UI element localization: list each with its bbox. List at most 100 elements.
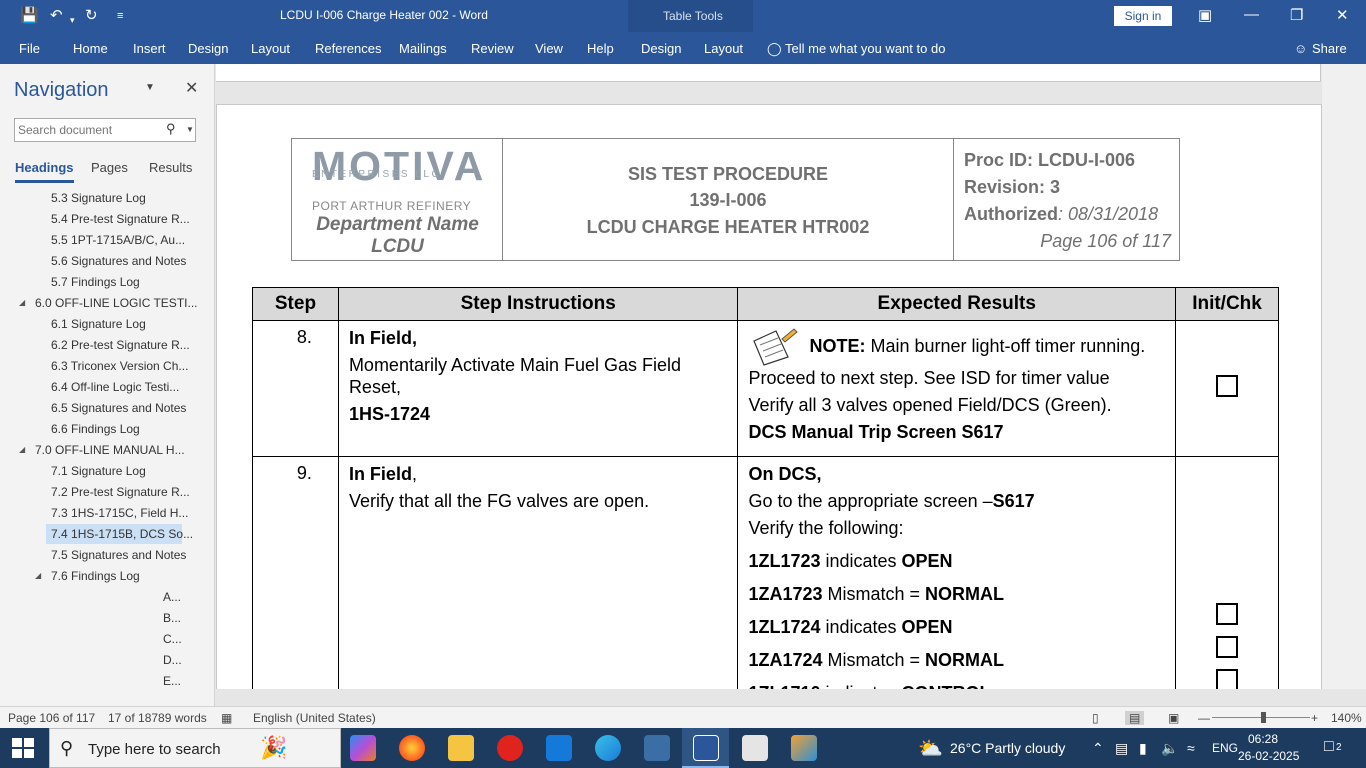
nav-heading-item[interactable]: 5.6 Signatures and Notes (51, 251, 186, 271)
search-icon[interactable]: ⚲ (166, 121, 176, 137)
undo-dropdown-icon[interactable]: ▾ (70, 10, 75, 30)
word-count[interactable]: 17 of 18789 words (108, 711, 207, 725)
app-icon[interactable] (791, 735, 817, 761)
verification-text: indicates (821, 683, 902, 689)
ribbon-display-icon[interactable]: ▣ (1198, 6, 1212, 24)
read-mode-icon[interactable]: ▯ (1092, 711, 1099, 725)
tab-mailings[interactable]: Mailings (399, 41, 447, 56)
file-explorer-icon[interactable] (448, 735, 474, 761)
step-instructions: In Field, Verify that all the FG valves … (337, 456, 739, 689)
init-checkbox[interactable] (1216, 375, 1239, 397)
nav-heading-item[interactable]: 7.1 Signature Log (51, 461, 146, 481)
search-dropdown-icon[interactable]: ▼ (186, 125, 194, 134)
photo-app-icon[interactable] (742, 735, 768, 761)
input-language[interactable]: ENG (1212, 741, 1238, 755)
word-taskbar-button[interactable] (682, 728, 729, 768)
vertical-scrollbar[interactable] (1322, 64, 1366, 689)
nav-heading-item[interactable]: 5.3 Signature Log (51, 188, 146, 208)
nav-tab-results[interactable]: Results (149, 160, 192, 175)
clock-date[interactable]: 26-02-2025 (1238, 749, 1299, 763)
close-icon[interactable]: ✕ (1336, 6, 1349, 24)
weather-text[interactable]: 26°C Partly cloudy (950, 740, 1065, 756)
save-icon[interactable]: 💾 (20, 6, 39, 26)
document-page[interactable]: MOTIVA ENTERPRISES LLC PORT ARTHUR REFIN… (216, 104, 1322, 689)
tab-file[interactable]: File (19, 41, 40, 56)
app-icon[interactable] (644, 735, 670, 761)
page-count[interactable]: Page 106 of 117 (8, 711, 95, 725)
nav-heading-item[interactable]: C... (163, 629, 182, 649)
nav-heading-item[interactable]: 6.3 Triconex Version Ch... (51, 356, 188, 376)
tab-insert[interactable]: Insert (133, 41, 166, 56)
minimize-icon[interactable]: — (1244, 6, 1259, 23)
nav-close-icon[interactable]: ✕ (185, 78, 198, 98)
nav-heading-item[interactable]: A... (163, 587, 181, 607)
zoom-out-icon[interactable]: — (1198, 711, 1210, 725)
nav-heading-item[interactable]: 7.2 Pre-test Signature R... (51, 482, 190, 502)
nav-heading-item[interactable]: 5.5 1PT-1715A/B/C, Au... (51, 230, 185, 250)
nav-tab-headings[interactable]: Headings (15, 160, 74, 183)
firefox-icon[interactable] (399, 735, 425, 761)
volume-icon[interactable]: 🔈 (1161, 740, 1178, 757)
nav-heading-item[interactable]: 7.3 1HS-1715C, Field H... (51, 503, 188, 523)
tab-help[interactable]: Help (587, 41, 614, 56)
collapse-arrow-icon[interactable]: ◢ (19, 445, 25, 454)
notification-icon[interactable]: □ (1324, 738, 1334, 756)
language[interactable]: English (United States) (253, 711, 376, 725)
nav-heading-item[interactable]: D... (163, 650, 182, 670)
collapse-arrow-icon[interactable]: ◢ (35, 571, 41, 580)
nav-heading-item[interactable]: 7.5 Signatures and Notes (51, 545, 186, 565)
share-button[interactable]: Share (1312, 41, 1347, 56)
nav-heading-item[interactable]: B... (163, 608, 181, 628)
nav-heading-item[interactable]: 6.1 Signature Log (51, 314, 146, 334)
copilot-icon[interactable] (350, 735, 376, 761)
init-checkbox[interactable] (1216, 636, 1239, 658)
undo-icon[interactable]: ↶ (50, 6, 63, 26)
tab-layout[interactable]: Layout (251, 41, 290, 56)
tab-design[interactable]: Design (188, 41, 228, 56)
nav-heading-item[interactable]: 7.6 Findings Log (51, 566, 140, 586)
nav-heading-item[interactable]: 6.4 Off-line Logic Testi... (51, 377, 179, 397)
tab-table-layout[interactable]: Layout (704, 41, 743, 56)
proofing-icon[interactable]: ▦ (221, 711, 232, 725)
network-icon[interactable]: ▤ (1115, 740, 1128, 757)
weather-icon[interactable]: ⛅ (918, 736, 943, 761)
nav-heading-item[interactable]: 6.5 Signatures and Notes (51, 398, 186, 418)
taskbar-search[interactable]: ⚲ Type here to search 🎉 (49, 728, 341, 768)
tab-home[interactable]: Home (73, 41, 108, 56)
edge-icon[interactable] (595, 735, 621, 761)
customize-toolbar-icon[interactable]: ≡ (117, 6, 123, 26)
redo-icon[interactable]: ↻ (85, 6, 98, 26)
init-checkbox[interactable] (1216, 669, 1239, 689)
nav-heading-item[interactable]: 7.4 1HS-1715B, DCS So... (46, 524, 193, 544)
opera-icon[interactable] (497, 735, 523, 761)
nav-tab-pages[interactable]: Pages (91, 160, 128, 175)
nav-heading-item[interactable]: 7.0 OFF-LINE MANUAL H... (35, 440, 185, 460)
nav-heading-item[interactable]: E... (163, 671, 181, 691)
nav-heading-item[interactable]: 6.6 Findings Log (51, 419, 140, 439)
zoom-in-icon[interactable]: + (1311, 711, 1318, 725)
restore-icon[interactable]: ❐ (1290, 6, 1303, 24)
zoom-thumb[interactable] (1261, 712, 1266, 723)
windows-start-icon[interactable] (12, 738, 34, 758)
tab-references[interactable]: References (315, 41, 381, 56)
nav-heading-item[interactable]: 5.4 Pre-test Signature R... (51, 209, 190, 229)
print-layout-icon[interactable]: ▤ (1125, 711, 1145, 725)
nav-heading-item[interactable]: 6.2 Pre-test Signature R... (51, 335, 190, 355)
wifi-icon[interactable]: ≈ (1187, 740, 1195, 756)
tab-view[interactable]: View (535, 41, 563, 56)
sign-in-button[interactable]: Sign in (1114, 6, 1172, 26)
web-layout-icon[interactable]: ▣ (1168, 711, 1179, 725)
tab-review[interactable]: Review (471, 41, 514, 56)
show-hidden-icons[interactable]: ⌃ (1092, 740, 1104, 757)
nav-options-icon[interactable]: ▼ (145, 82, 155, 93)
nav-heading-item[interactable]: 6.0 OFF-LINE LOGIC TESTI... (35, 293, 197, 313)
clock-time[interactable]: 06:28 (1248, 732, 1278, 746)
tab-table-design[interactable]: Design (641, 41, 681, 56)
nav-heading-item[interactable]: 5.7 Findings Log (51, 272, 140, 292)
collapse-arrow-icon[interactable]: ◢ (19, 298, 25, 307)
zoom-level[interactable]: 140% (1331, 711, 1362, 725)
battery-icon[interactable]: ▮ (1139, 740, 1147, 757)
tell-me-search[interactable]: Tell me what you want to do (785, 41, 945, 56)
mail-icon[interactable] (546, 735, 572, 761)
init-checkbox[interactable] (1216, 603, 1239, 625)
